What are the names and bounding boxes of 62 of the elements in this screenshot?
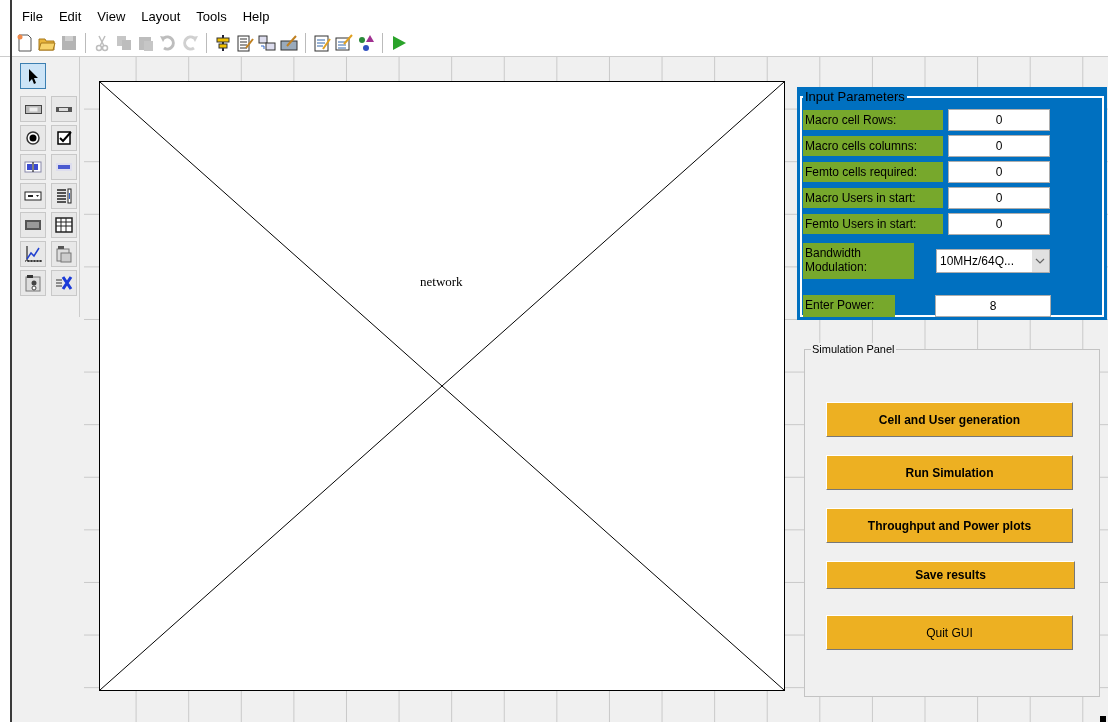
menu-item[interactable]: File (14, 8, 51, 30)
toolbar-editor-icon[interactable] (280, 34, 298, 52)
inspector-icon[interactable] (335, 34, 353, 52)
chevron-down-icon (1032, 250, 1049, 272)
palette-tool[interactable] (20, 212, 46, 238)
run-icon[interactable] (390, 34, 408, 52)
dropdown[interactable]: 10MHz/64Q... (936, 249, 1050, 273)
input-field[interactable]: 0 (948, 109, 1050, 131)
axes-tag: network (420, 274, 463, 290)
palette-tool[interactable] (51, 183, 77, 209)
field-label: Bandwidth Modulation: (803, 243, 914, 279)
palette-tool[interactable] (20, 241, 46, 267)
editor-icon[interactable] (313, 34, 331, 52)
palette-tool[interactable] (20, 63, 46, 89)
activex-icon (55, 274, 73, 292)
panel-title: Input Parameters (804, 90, 906, 103)
palette-tool[interactable] (51, 125, 77, 151)
menu-item[interactable]: Layout (133, 8, 189, 30)
palette-tool[interactable] (20, 96, 46, 122)
field-label: Macro cell Rows: (803, 110, 943, 130)
radio-button-icon (24, 129, 42, 147)
push-button[interactable]: Quit GUI (826, 615, 1073, 650)
menu-item[interactable]: Tools (188, 8, 235, 30)
input-field[interactable]: 0 (948, 213, 1050, 235)
table-icon (55, 216, 73, 234)
tab-order-icon[interactable] (258, 34, 276, 52)
menu-item[interactable]: Edit (50, 8, 90, 30)
button-group-icon (24, 274, 42, 292)
push-button[interactable]: Save results (826, 561, 1075, 589)
push-button[interactable]: Throughput and Power plots (826, 508, 1073, 543)
field-label: Femto cells required: (803, 162, 943, 182)
palette-tool[interactable] (51, 241, 77, 267)
input-field[interactable]: 8 (935, 295, 1051, 317)
resize-handle[interactable] (1100, 716, 1106, 722)
input-field[interactable]: 0 (948, 135, 1050, 157)
menu-item[interactable]: Help (234, 8, 278, 30)
push-button[interactable]: Cell and User generation (826, 402, 1073, 437)
palette-tool[interactable] (20, 125, 46, 151)
panel-icon (55, 245, 73, 263)
listbox-icon (55, 187, 73, 205)
palette-tool[interactable] (51, 270, 77, 296)
field-label: Femto Users in start: (803, 214, 943, 234)
slider-icon (56, 106, 72, 112)
checkbox-icon (55, 129, 73, 147)
axes-icon (24, 245, 42, 263)
input-field[interactable]: 0 (948, 161, 1050, 183)
field-label: Enter Power: (803, 295, 895, 317)
shapes-icon[interactable] (357, 34, 375, 52)
menu-item[interactable]: View (89, 8, 134, 30)
palette-tool[interactable] (20, 183, 46, 209)
edit-text-icon (24, 158, 42, 176)
palette-tool[interactable] (51, 96, 77, 122)
push-button-icon (24, 104, 42, 114)
palette-tool[interactable] (51, 212, 77, 238)
push-button[interactable]: Run Simulation (826, 455, 1073, 490)
palette-tool[interactable] (20, 154, 46, 180)
field-label: Macro Users in start: (803, 188, 943, 208)
palette-tool[interactable] (20, 270, 46, 296)
input-field[interactable]: 0 (948, 187, 1050, 209)
align-icon[interactable] (214, 34, 232, 52)
panel-title: Simulation Panel (811, 343, 896, 356)
field-label: Macro cells columns: (803, 136, 943, 156)
